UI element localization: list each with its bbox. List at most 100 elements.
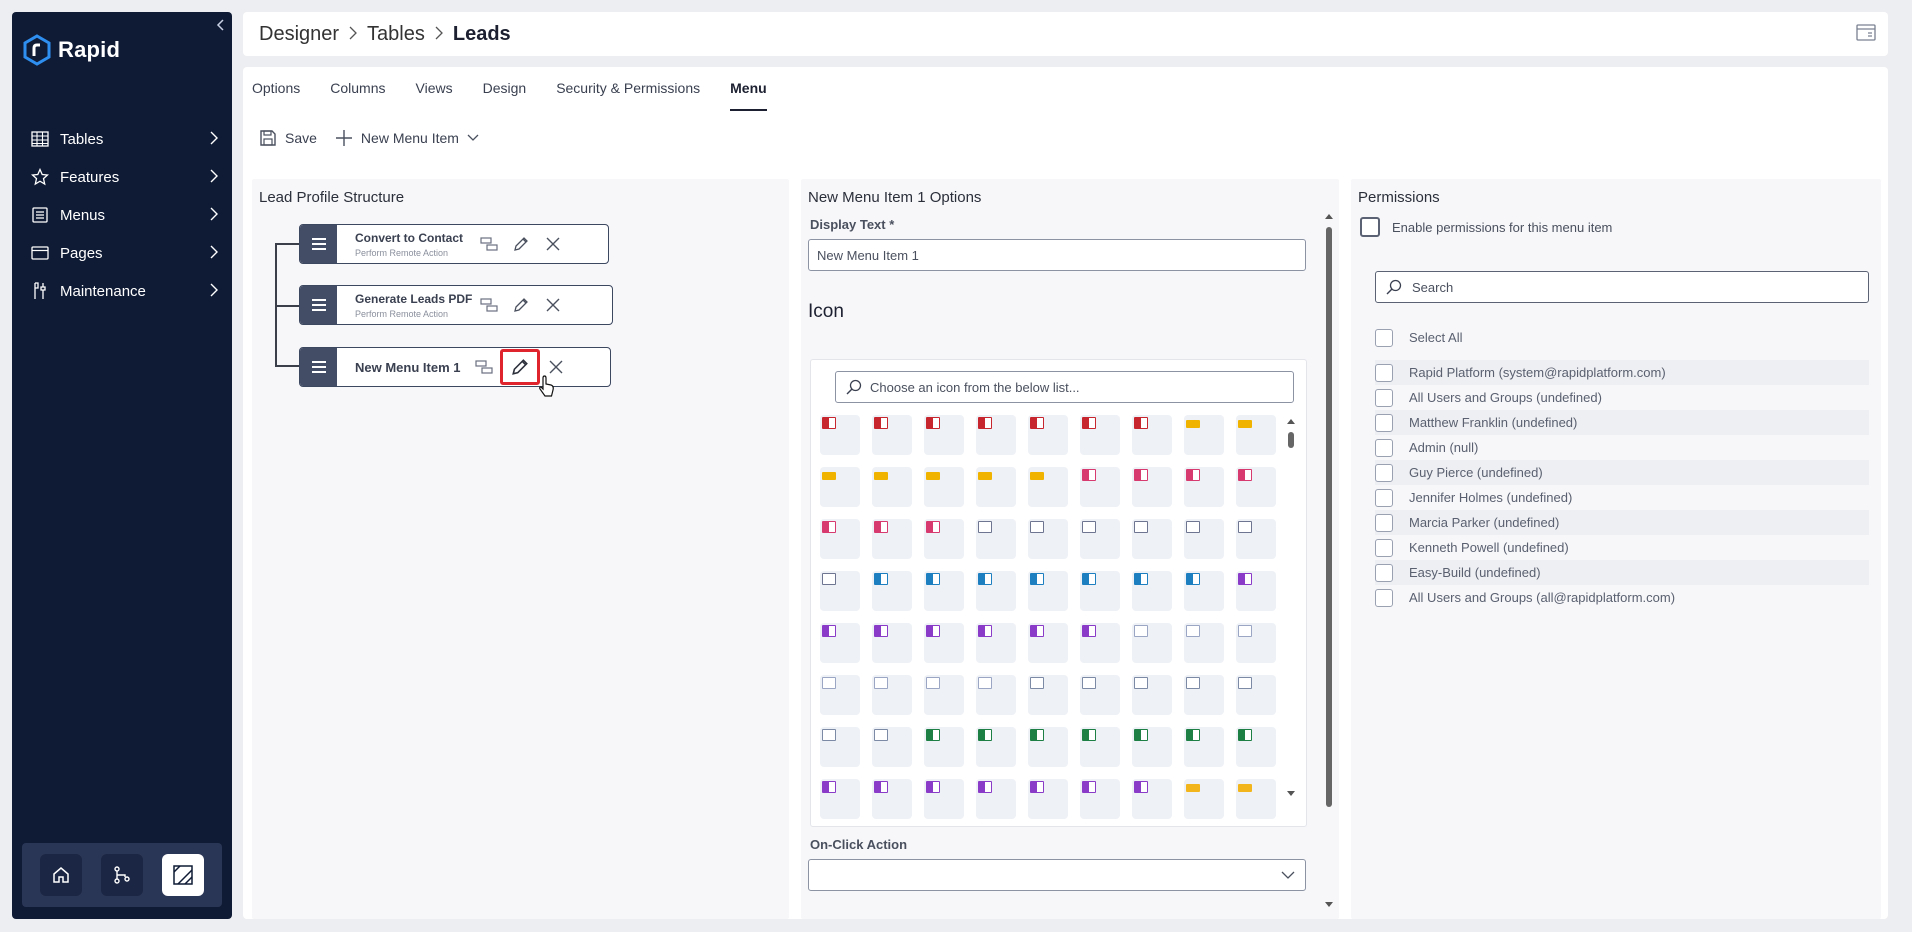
icon-search-input[interactable]: Choose an icon from the below list... xyxy=(835,371,1294,403)
icon-option[interactable] xyxy=(1080,415,1120,455)
icon-option[interactable] xyxy=(976,571,1016,611)
icon-option[interactable] xyxy=(924,519,964,559)
icon-option[interactable] xyxy=(976,415,1016,455)
icon-option[interactable] xyxy=(1028,727,1068,767)
sidebar-item-tables[interactable]: Tables xyxy=(12,120,232,158)
permission-user-checkbox[interactable] xyxy=(1375,363,1393,382)
icon-option[interactable] xyxy=(1184,571,1224,611)
icon-option[interactable] xyxy=(1132,571,1172,611)
icon-option[interactable] xyxy=(976,675,1016,715)
icon-option[interactable] xyxy=(820,675,860,715)
icon-option[interactable] xyxy=(872,727,912,767)
icon-option[interactable] xyxy=(1184,779,1224,819)
sidebar-item-menus[interactable]: Menus xyxy=(12,196,232,234)
app-logo[interactable]: Rapid xyxy=(22,34,120,66)
sidebar-item-maintenance[interactable]: Maintenance xyxy=(12,272,232,310)
icon-option[interactable] xyxy=(820,623,860,663)
drag-handle-icon[interactable] xyxy=(300,225,337,263)
icon-option[interactable] xyxy=(1132,519,1172,559)
select-all-checkbox[interactable] xyxy=(1375,328,1393,347)
icon-option[interactable] xyxy=(872,415,912,455)
permission-user-row[interactable]: Marcia Parker (undefined) xyxy=(1375,510,1869,535)
icon-option[interactable] xyxy=(1028,675,1068,715)
icon-option[interactable] xyxy=(1080,623,1120,663)
permission-user-checkbox[interactable] xyxy=(1375,488,1393,507)
icon-option[interactable] xyxy=(924,779,964,819)
collapse-sidebar-icon[interactable] xyxy=(216,18,226,36)
menu-node-generate-leads-pdf[interactable]: Generate Leads PDF Perform Remote Action xyxy=(299,285,613,325)
permission-user-row[interactable]: All Users and Groups (undefined) xyxy=(1375,385,1869,410)
onclick-action-select[interactable] xyxy=(808,859,1306,891)
icon-option[interactable] xyxy=(976,467,1016,507)
icon-option[interactable] xyxy=(1132,467,1172,507)
select-all-row[interactable]: Select All xyxy=(1375,325,1869,350)
permission-user-checkbox[interactable] xyxy=(1375,588,1393,607)
permission-user-row[interactable]: Easy-Build (undefined) xyxy=(1375,560,1869,585)
icon-option[interactable] xyxy=(1236,727,1276,767)
icon-option[interactable] xyxy=(820,727,860,767)
options-scrollbar[interactable] xyxy=(1324,213,1334,909)
icon-option[interactable] xyxy=(872,467,912,507)
permission-user-checkbox[interactable] xyxy=(1375,438,1393,457)
tab-views[interactable]: Views xyxy=(416,67,453,111)
edit-icon[interactable] xyxy=(500,349,540,385)
icon-option[interactable] xyxy=(872,779,912,819)
breadcrumb-designer[interactable]: Designer xyxy=(259,23,339,46)
tab-columns[interactable]: Columns xyxy=(330,67,385,111)
home-button[interactable] xyxy=(39,854,82,896)
enable-permissions-row[interactable]: Enable permissions for this menu item xyxy=(1360,217,1612,237)
permission-user-row[interactable]: Jennifer Holmes (undefined) xyxy=(1375,485,1869,510)
icon-option[interactable] xyxy=(1236,519,1276,559)
new-menu-item-button[interactable]: New Menu Item xyxy=(335,129,479,147)
add-child-icon[interactable] xyxy=(477,232,501,256)
drag-handle-icon[interactable] xyxy=(300,348,337,386)
icon-option[interactable] xyxy=(1028,519,1068,559)
icon-option[interactable] xyxy=(1132,623,1172,663)
designer-button[interactable] xyxy=(162,854,205,896)
permission-user-checkbox[interactable] xyxy=(1375,463,1393,482)
icon-option[interactable] xyxy=(1080,571,1120,611)
permission-user-row[interactable]: Kenneth Powell (undefined) xyxy=(1375,535,1869,560)
tab-security-permissions[interactable]: Security & Permissions xyxy=(556,67,700,111)
icon-option[interactable] xyxy=(1080,779,1120,819)
icon-option[interactable] xyxy=(1184,519,1224,559)
sidebar-item-features[interactable]: Features xyxy=(12,158,232,196)
icon-option[interactable] xyxy=(820,779,860,819)
drag-handle-icon[interactable] xyxy=(300,286,337,324)
icon-option[interactable] xyxy=(924,415,964,455)
icon-option[interactable] xyxy=(1236,779,1276,819)
icon-option[interactable] xyxy=(924,675,964,715)
permission-user-row[interactable]: Admin (null) xyxy=(1375,435,1869,460)
icon-option[interactable] xyxy=(1184,467,1224,507)
permission-user-checkbox[interactable] xyxy=(1375,538,1393,557)
permission-user-row[interactable]: Matthew Franklin (undefined) xyxy=(1375,410,1869,435)
icon-option[interactable] xyxy=(872,623,912,663)
icon-option[interactable] xyxy=(872,519,912,559)
icon-option[interactable] xyxy=(976,727,1016,767)
icon-option[interactable] xyxy=(924,727,964,767)
icon-option[interactable] xyxy=(924,623,964,663)
icon-option[interactable] xyxy=(1132,675,1172,715)
icon-option[interactable] xyxy=(1184,415,1224,455)
icon-option[interactable] xyxy=(1236,623,1276,663)
icon-option[interactable] xyxy=(1080,467,1120,507)
permission-user-row[interactable]: All Users and Groups (all@rapidplatform.… xyxy=(1375,585,1869,610)
icon-option[interactable] xyxy=(1080,519,1120,559)
icon-option[interactable] xyxy=(872,571,912,611)
icon-option[interactable] xyxy=(1028,467,1068,507)
icon-option[interactable] xyxy=(1236,415,1276,455)
add-child-icon[interactable] xyxy=(472,355,496,379)
permission-user-checkbox[interactable] xyxy=(1375,513,1393,532)
icon-option[interactable] xyxy=(1028,415,1068,455)
delete-icon[interactable] xyxy=(541,293,565,317)
icon-option[interactable] xyxy=(1132,415,1172,455)
icon-option[interactable] xyxy=(872,675,912,715)
icon-option[interactable] xyxy=(976,519,1016,559)
tab-options[interactable]: Options xyxy=(252,67,300,111)
delete-icon[interactable] xyxy=(541,232,565,256)
icon-list-scrollbar[interactable] xyxy=(1286,418,1296,798)
icon-option[interactable] xyxy=(1184,727,1224,767)
breadcrumb-tables[interactable]: Tables xyxy=(367,23,425,46)
icon-option[interactable] xyxy=(1236,571,1276,611)
sidebar-item-pages[interactable]: Pages xyxy=(12,234,232,272)
